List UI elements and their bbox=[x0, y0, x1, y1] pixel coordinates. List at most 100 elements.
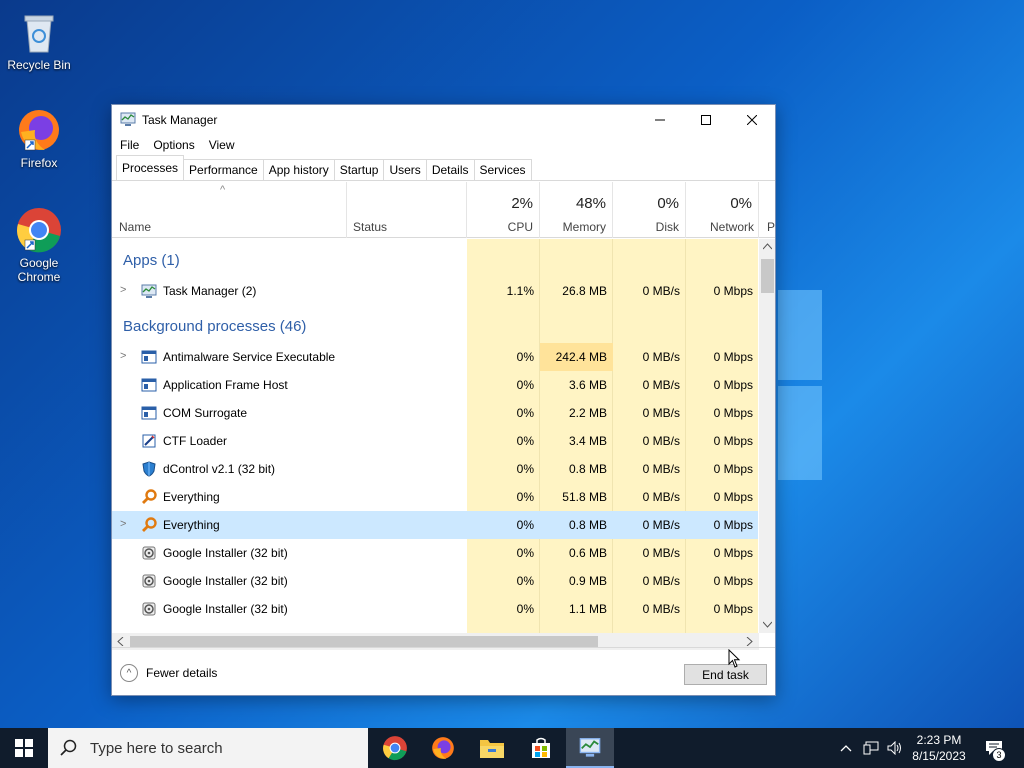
recycle-bin-icon bbox=[15, 8, 63, 56]
search-icon bbox=[60, 739, 77, 756]
window-footer: ^ Fewer details End task bbox=[112, 647, 775, 695]
scroll-down-icon[interactable] bbox=[763, 621, 772, 628]
magnifier-icon bbox=[142, 517, 157, 532]
chevron-right-icon[interactable]: > bbox=[120, 284, 126, 296]
notification-count-badge: 3 bbox=[992, 748, 1006, 762]
search-placeholder: Type here to search bbox=[90, 739, 223, 757]
scroll-right-icon[interactable] bbox=[746, 637, 753, 646]
google-installer-icon bbox=[142, 546, 156, 560]
folder-icon bbox=[480, 740, 504, 758]
column-header-status[interactable]: Status bbox=[347, 182, 467, 238]
column-header-power[interactable]: P bbox=[759, 182, 775, 238]
menu-view[interactable]: View bbox=[209, 138, 235, 152]
taskbar-task-manager[interactable] bbox=[566, 728, 614, 768]
process-row[interactable]: Google Installer (32 bit) 0% 0.9 MB 0 MB/s 0… bbox=[112, 567, 758, 595]
close-button[interactable] bbox=[729, 105, 775, 135]
desktop-icon-label: Recycle Bin bbox=[7, 58, 71, 72]
scroll-up-icon[interactable] bbox=[763, 243, 772, 250]
window-app-icon bbox=[141, 350, 157, 364]
column-header-network[interactable]: 0% Network bbox=[686, 182, 759, 238]
title-bar[interactable]: Task Manager bbox=[112, 105, 775, 135]
network-icon bbox=[863, 741, 879, 755]
tab-performance[interactable]: Performance bbox=[183, 159, 264, 180]
tab-processes[interactable]: Processes bbox=[116, 155, 185, 180]
desktop-icon-firefox[interactable]: Firefox bbox=[4, 106, 74, 170]
volume-icon bbox=[887, 741, 901, 755]
menu-file[interactable]: File bbox=[120, 138, 139, 152]
process-list: Apps (1) > Task Manager (2) 1.1% 26.8 MB… bbox=[112, 239, 758, 633]
tab-details[interactable]: Details bbox=[425, 159, 475, 180]
process-row[interactable]: > Everything 0% 0.8 MB 0 MB/s 0 Mbps bbox=[112, 511, 758, 539]
window-title: Task Manager bbox=[142, 113, 218, 127]
window-app-icon bbox=[141, 406, 157, 420]
process-row[interactable]: Everything 0% 51.8 MB 0 MB/s 0 Mbps bbox=[112, 483, 758, 511]
process-row[interactable]: Google Installer (32 bit) 0% 0.6 MB 0 MB/s 0… bbox=[112, 539, 758, 567]
tab-services[interactable]: Services bbox=[473, 159, 532, 180]
taskbar: Type here to search 2:23 PM 8/15/2023 3 bbox=[0, 728, 1024, 768]
magnifier-icon bbox=[142, 489, 157, 504]
maximize-icon bbox=[701, 115, 711, 125]
taskbar-file-explorer[interactable] bbox=[468, 728, 516, 768]
column-header-cpu[interactable]: 2% CPU bbox=[467, 182, 540, 238]
group-header-background[interactable]: Background processes (46) bbox=[123, 318, 306, 335]
shield-icon bbox=[142, 461, 156, 477]
column-header-memory[interactable]: 48% Memory bbox=[540, 182, 613, 238]
tab-startup[interactable]: Startup bbox=[333, 159, 385, 180]
firefox-icon bbox=[432, 737, 454, 759]
tray-network[interactable] bbox=[860, 728, 882, 768]
column-header-name[interactable]: ^ Name bbox=[112, 182, 347, 238]
desktop-icon-recycle-bin[interactable]: Recycle Bin bbox=[4, 8, 74, 72]
start-button[interactable] bbox=[0, 728, 48, 768]
fewer-details-button[interactable]: ^ Fewer details bbox=[120, 664, 217, 682]
tray-volume[interactable] bbox=[884, 728, 906, 768]
close-icon bbox=[747, 115, 757, 125]
task-manager-icon bbox=[141, 284, 157, 298]
minimize-button[interactable] bbox=[637, 105, 683, 135]
action-center-button[interactable]: 3 bbox=[980, 728, 1008, 768]
vertical-scroll-thumb[interactable] bbox=[761, 259, 774, 293]
taskbar-clock[interactable]: 2:23 PM 8/15/2023 bbox=[906, 732, 972, 764]
end-task-button[interactable]: End task bbox=[684, 664, 767, 685]
task-manager-icon bbox=[579, 738, 601, 757]
taskbar-store[interactable] bbox=[517, 728, 565, 768]
column-header-disk[interactable]: 0% Disk bbox=[613, 182, 686, 238]
taskbar-chrome[interactable] bbox=[371, 728, 419, 768]
process-row[interactable]: > Task Manager (2) 1.1% 26.8 MB 0 MB/s 0… bbox=[112, 277, 758, 305]
tab-app-history[interactable]: App history bbox=[262, 159, 335, 180]
scroll-left-icon[interactable] bbox=[117, 637, 124, 646]
chevron-up-icon: ^ bbox=[120, 664, 138, 682]
google-installer-icon bbox=[142, 574, 156, 588]
vertical-scrollbar[interactable] bbox=[759, 239, 775, 633]
process-row[interactable]: CTF Loader 0% 3.4 MB 0 MB/s 0 Mbps bbox=[112, 427, 758, 455]
maximize-button[interactable] bbox=[683, 105, 729, 135]
desktop-icon-chrome[interactable]: Google Chrome bbox=[4, 206, 74, 284]
chrome-icon bbox=[15, 206, 63, 254]
process-row[interactable]: Google Installer (32 bit) 0% 1.1 MB 0 MB/s 0… bbox=[112, 595, 758, 623]
menu-options[interactable]: Options bbox=[153, 138, 194, 152]
clock-date: 8/15/2023 bbox=[912, 749, 966, 763]
menu-bar: File Options View bbox=[112, 135, 775, 155]
desktop-icon-label: Firefox bbox=[20, 156, 58, 170]
chevron-right-icon[interactable]: > bbox=[120, 518, 126, 530]
process-row[interactable]: > Antimalware Service Executable 0% 242.4 M… bbox=[112, 343, 758, 371]
chevron-up-icon bbox=[840, 745, 852, 752]
group-header-apps[interactable]: Apps (1) bbox=[123, 252, 180, 269]
chevron-right-icon[interactable]: > bbox=[120, 350, 126, 362]
task-manager-window: Task Manager File Options View Processes… bbox=[111, 104, 776, 696]
mouse-cursor-icon bbox=[728, 649, 741, 668]
process-row[interactable]: dControl v2.1 (32 bit) 0% 0.8 MB 0 MB/s 0 Mb… bbox=[112, 455, 758, 483]
google-installer-icon bbox=[142, 602, 156, 616]
windows-wallpaper-logo bbox=[778, 290, 822, 480]
process-row[interactable]: COM Surrogate 0% 2.2 MB 0 MB/s 0 Mbps bbox=[112, 399, 758, 427]
ctf-loader-icon bbox=[142, 434, 156, 448]
process-row[interactable]: Application Frame Host 0% 3.6 MB 0 MB/s 0 Mb… bbox=[112, 371, 758, 399]
windows-start-icon bbox=[15, 739, 33, 757]
tray-show-hidden[interactable] bbox=[836, 728, 856, 768]
taskbar-firefox[interactable] bbox=[419, 728, 467, 768]
sort-caret-icon: ^ bbox=[220, 184, 226, 196]
clock-time: 2:23 PM bbox=[916, 733, 962, 747]
desktop-icon-label: Google Chrome bbox=[17, 256, 61, 284]
taskbar-search-box[interactable]: Type here to search bbox=[48, 728, 368, 768]
tab-users[interactable]: Users bbox=[383, 159, 427, 180]
store-icon bbox=[532, 737, 550, 758]
